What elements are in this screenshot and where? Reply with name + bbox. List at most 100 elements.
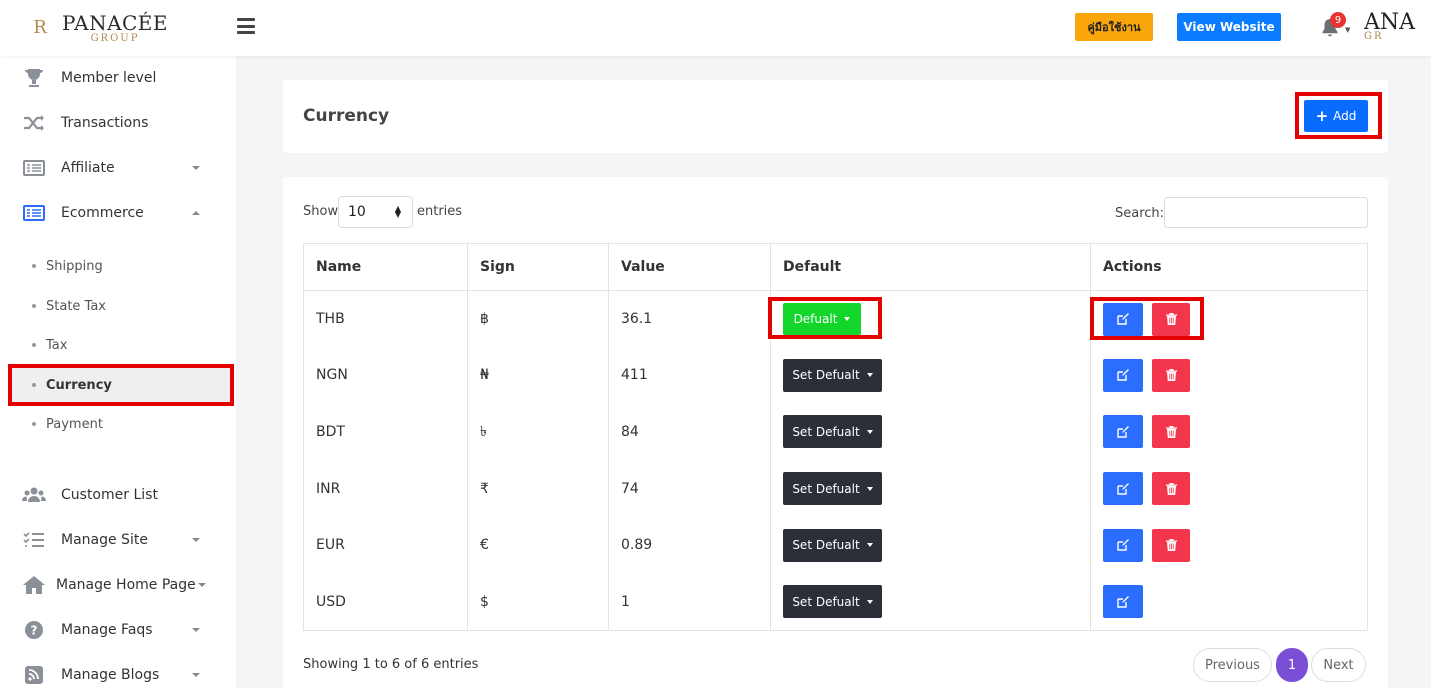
set-default-dropdown-button[interactable]: Set Defualt [783, 472, 882, 506]
sidebar-item-customer-list[interactable]: Customer List [0, 473, 236, 517]
edit-icon [1117, 425, 1129, 438]
cell-name: EUR [303, 516, 468, 574]
table-info: Showing 1 to 6 of 6 entries [303, 657, 479, 672]
logo-emblem-icon: R [33, 16, 47, 38]
set-default-button-label: Set Defualt [792, 424, 860, 439]
add-button-label: Add [1333, 109, 1357, 123]
page-title: Currency [303, 106, 390, 126]
sidebar-item-manage-site[interactable]: Manage Site [0, 518, 236, 562]
table-row: NGN ₦ 411 Set Defualt [303, 347, 1368, 404]
tasks-icon [23, 532, 44, 547]
delete-button[interactable] [1152, 302, 1191, 336]
cell-sign: ฿ [467, 290, 609, 348]
delete-button[interactable] [1152, 528, 1191, 562]
set-default-button-label: Set Defualt [792, 481, 860, 496]
column-header-default[interactable]: Default [770, 243, 1091, 291]
set-default-dropdown-button[interactable]: Set Defualt [783, 358, 882, 392]
entries-select[interactable]: 10 ▲ ▼ [338, 196, 413, 228]
sidebar-subitem-payment[interactable]: Payment [0, 406, 236, 442]
table-row: INR ₹ 74 Set Defualt [303, 460, 1368, 517]
edit-button[interactable] [1103, 415, 1143, 449]
cell-default: Defualt [770, 290, 1091, 348]
table-row: THB ฿ 36.1 Defualt [303, 290, 1368, 348]
caret-down-icon [866, 486, 873, 491]
chevron-down-icon[interactable]: ▼ [1345, 26, 1350, 34]
sidebar-subitem-shipping[interactable]: Shipping [0, 248, 236, 284]
chevron-down-icon [192, 166, 200, 170]
set-default-dropdown-button[interactable]: Set Defualt [783, 585, 882, 619]
column-header-value[interactable]: Value [608, 243, 771, 291]
edit-button[interactable] [1103, 302, 1143, 336]
caret-down-icon [866, 429, 873, 434]
delete-button[interactable] [1152, 415, 1191, 449]
cell-name: USD [303, 573, 468, 631]
logo-name: PANACÉE [62, 10, 169, 35]
cell-sign: ৳ [467, 403, 609, 461]
sidebar-item-affiliate[interactable]: Affiliate [0, 146, 236, 190]
sidebar-item-manage-faqs[interactable]: ? Manage Faqs [0, 608, 236, 652]
edit-button[interactable] [1103, 472, 1143, 506]
sidebar-item-manage-home-page[interactable]: Manage Home Page [0, 563, 236, 607]
chevron-down-icon [192, 538, 200, 542]
set-default-dropdown-button[interactable]: Set Defualt [783, 528, 882, 562]
chevron-up-icon [192, 211, 200, 215]
list-icon [23, 160, 45, 176]
trash-icon [1165, 369, 1177, 382]
column-header-name[interactable]: Name [303, 243, 468, 291]
edit-button[interactable] [1103, 358, 1143, 392]
cell-actions [1090, 347, 1368, 404]
set-default-button-label: Set Defualt [792, 538, 860, 553]
cell-name: THB [303, 290, 468, 348]
delete-button[interactable] [1152, 472, 1191, 506]
previous-page-button[interactable]: Previous [1193, 648, 1272, 682]
search-input[interactable] [1164, 197, 1368, 228]
manual-button[interactable]: คู่มือใช้งาน [1075, 13, 1153, 41]
cell-default: Set Defualt [770, 516, 1091, 574]
top-bar: R PANACÉE GROUP คู่มือใช้งาน View Websit… [0, 0, 1431, 56]
sidebar-item-label: Member level [61, 70, 157, 86]
sidebar-subitem-label: Shipping [46, 258, 103, 274]
sidebar-subitem-currency[interactable]: Currency [12, 367, 230, 403]
trash-icon [1165, 482, 1177, 495]
edit-icon [1117, 539, 1129, 551]
entries-label: entries [417, 204, 463, 219]
page-1-button[interactable]: 1 [1276, 648, 1308, 682]
delete-button[interactable] [1152, 358, 1191, 392]
caret-down-icon [844, 317, 851, 322]
cell-name: INR [303, 460, 468, 517]
sidebar-item-label: Manage Site [61, 532, 148, 548]
sidebar-item-label: Ecommerce [61, 205, 144, 221]
set-default-dropdown-button[interactable]: Set Defualt [783, 415, 882, 449]
sidebar-item-ecommerce[interactable]: Ecommerce [0, 191, 236, 235]
caret-down-icon [866, 599, 873, 604]
menu-toggle-icon[interactable] [237, 18, 255, 34]
sidebar-subitem-state-tax[interactable]: State Tax [0, 288, 236, 324]
view-website-button[interactable]: View Website [1177, 13, 1281, 41]
add-button[interactable]: + Add [1304, 100, 1368, 132]
cell-value: 411 [608, 347, 771, 404]
cell-actions [1090, 403, 1368, 461]
user-brand-logo[interactable]: ANA GR [1364, 10, 1431, 50]
sidebar-subitem-tax[interactable]: Tax [0, 327, 236, 363]
svg-text:?: ? [31, 624, 38, 638]
sidebar-item-label: Transactions [61, 115, 149, 131]
edit-button[interactable] [1103, 585, 1143, 619]
chevron-down-icon [192, 628, 200, 632]
sidebar-item-manage-blogs[interactable]: Manage Blogs [0, 653, 236, 688]
home-icon [23, 576, 45, 594]
column-header-sign[interactable]: Sign [467, 243, 609, 291]
edit-icon [1117, 313, 1129, 325]
bullet-icon [32, 422, 36, 426]
default-dropdown-button[interactable]: Defualt [783, 303, 861, 336]
edit-button[interactable] [1103, 528, 1143, 562]
column-header-actions[interactable]: Actions [1090, 243, 1368, 291]
edit-icon [1117, 369, 1129, 382]
sidebar-item-transactions[interactable]: Transactions [0, 101, 236, 145]
next-page-button[interactable]: Next [1311, 648, 1366, 682]
default-button-label: Defualt [793, 312, 838, 327]
panacee-logo[interactable]: R PANACÉE GROUP [20, 10, 168, 44]
sidebar-item-label: Manage Home Page [56, 577, 196, 593]
currency-table: Name Sign Value Default Actions THB ฿ 36… [303, 243, 1368, 631]
sidebar-subitem-label: State Tax [46, 298, 106, 314]
sidebar-item-member-level[interactable]: Member level [0, 56, 236, 100]
